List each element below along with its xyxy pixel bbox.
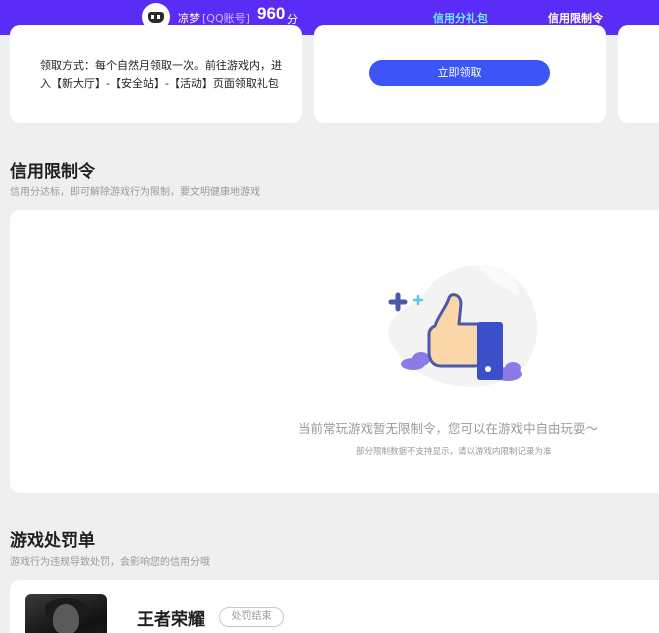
tab-credit-restriction[interactable]: 信用限制令 [548, 10, 603, 26]
avatar-face-icon [148, 12, 164, 23]
penalty-section-title: 游戏处罚单 [10, 531, 95, 551]
tab-credit-gift[interactable]: 信用分礼包 [433, 10, 488, 26]
account-type-label: [QQ账号] [202, 12, 250, 25]
restriction-panel [10, 210, 659, 493]
status-badge: 处罚结束 [219, 607, 284, 627]
thumbs-up-icon [388, 265, 538, 387]
gift-card-claim-info: 领取方式：每个自然月领取一次。前往游戏内，进入【新大厅】-【安全站】-【活动】页… [10, 25, 302, 123]
penalty-game-name: 王者荣耀 [137, 610, 205, 630]
empty-state-message: 当前常玩游戏暂无限制令，您可以在游戏中自由玩耍～ [298, 421, 599, 436]
game-thumbnail [25, 594, 107, 633]
restriction-section-title: 信用限制令 [10, 162, 95, 182]
credit-score: 960 [257, 4, 286, 23]
game-character-face [53, 604, 79, 633]
gift-card-claim: 立即领取 [314, 25, 606, 123]
claim-method-text: 领取方式：每个自然月领取一次。前往游戏内，进入【新大厅】-【安全站】-【活动】页… [40, 59, 282, 90]
username: 凉梦 [178, 12, 200, 25]
empty-state-note: 部分限制数据不支持显示，请以游戏内限制记录为准 [356, 447, 552, 457]
gift-card-partial [618, 25, 659, 123]
penalty-section-subtitle: 游戏行为违规导致处罚，会影响您的信用分哦 [10, 557, 210, 568]
claim-now-button[interactable]: 立即领取 [369, 60, 550, 86]
restriction-section-subtitle: 信用分达标，即可解除游戏行为限制，要文明健康地游戏 [10, 187, 260, 198]
penalty-list-item[interactable] [10, 580, 659, 633]
